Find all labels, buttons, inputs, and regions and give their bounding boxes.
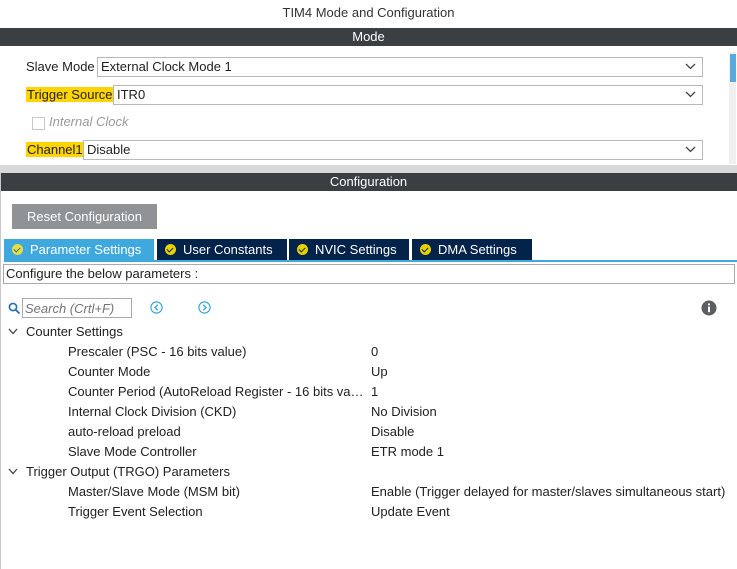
scrollbar-thumb[interactable] <box>730 54 736 82</box>
param-name: auto-reload preload <box>68 424 181 439</box>
configuration-section-header: Configuration <box>0 173 737 191</box>
check-circle-icon <box>12 244 23 255</box>
param-name: Internal Clock Division (CKD) <box>68 404 237 419</box>
internal-clock-label: Internal Clock <box>49 114 129 129</box>
param-name: Slave Mode Controller <box>68 444 197 459</box>
tab-label: NVIC Settings <box>315 242 397 257</box>
param-value[interactable]: Up <box>371 363 388 381</box>
info-icon[interactable] <box>701 300 717 316</box>
chevron-down-icon <box>685 146 696 153</box>
internal-clock-checkbox[interactable] <box>32 117 45 130</box>
chevron-down-icon <box>8 328 18 335</box>
slave-mode-select[interactable]: External Clock Mode 1 <box>97 57 703 77</box>
parameters-description: Configure the below parameters : <box>3 264 735 284</box>
check-circle-icon <box>165 244 176 255</box>
tab-dma-settings[interactable]: DMA Settings <box>412 239 532 260</box>
previous-arrow-icon[interactable] <box>150 301 163 314</box>
group-label: Counter Settings <box>26 324 123 339</box>
param-name: Trigger Event Selection <box>68 504 203 519</box>
search-input[interactable] <box>22 298 132 318</box>
check-circle-icon <box>420 244 431 255</box>
param-value[interactable]: Enable (Trigger delayed for master/slave… <box>371 483 725 501</box>
chevron-down-icon <box>685 63 696 70</box>
channel1-label: Channel1 <box>26 142 84 157</box>
reset-configuration-button[interactable]: Reset Configuration <box>12 204 157 229</box>
param-value[interactable]: 0 <box>371 343 378 361</box>
param-name: Counter Period (AutoReload Register - 16… <box>68 384 364 399</box>
search-icon <box>8 302 21 315</box>
tab-underline <box>4 260 737 262</box>
group-label: Trigger Output (TRGO) Parameters <box>26 464 230 479</box>
chevron-down-icon <box>685 91 696 98</box>
channel1-select[interactable]: Disable <box>83 140 703 160</box>
param-name: Prescaler (PSC - 16 bits value) <box>68 344 247 359</box>
param-value[interactable]: Disable <box>371 423 414 441</box>
param-value[interactable]: ETR mode 1 <box>371 443 444 461</box>
param-name: Counter Mode <box>68 364 151 379</box>
tab-label: Parameter Settings <box>30 242 142 257</box>
panel-border <box>0 173 1 569</box>
channel1-value: Disable <box>87 142 131 157</box>
check-circle-icon <box>297 244 308 255</box>
next-arrow-icon[interactable] <box>198 301 211 314</box>
tab-parameter-settings[interactable]: Parameter Settings <box>4 239 154 260</box>
tab-label: User Constants <box>183 242 273 257</box>
slave-mode-value: External Clock Mode 1 <box>101 59 232 74</box>
param-value[interactable]: No Division <box>371 403 437 421</box>
panel-divider <box>0 165 737 173</box>
mode-panel: Slave Mode External Clock Mode 1 Trigger… <box>0 46 737 165</box>
param-value[interactable]: Update Event <box>371 503 450 521</box>
trigger-source-select[interactable]: ITR0 <box>113 85 703 105</box>
param-name: Master/Slave Mode (MSM bit) <box>68 484 240 499</box>
mode-section-header: Mode <box>0 28 737 46</box>
window-title: TIM4 Mode and Configuration <box>282 5 455 20</box>
tab-label: DMA Settings <box>438 242 517 257</box>
trigger-source-label: Trigger Source <box>26 87 114 102</box>
trigger-source-value: ITR0 <box>117 87 146 102</box>
slave-mode-label: Slave Mode <box>26 59 95 74</box>
mode-scrollbar[interactable] <box>729 52 736 164</box>
chevron-down-icon <box>8 468 18 475</box>
tab-user-constants[interactable]: User Constants <box>157 239 287 260</box>
tab-nvic-settings[interactable]: NVIC Settings <box>289 239 409 260</box>
param-value[interactable]: 1 <box>371 383 378 401</box>
